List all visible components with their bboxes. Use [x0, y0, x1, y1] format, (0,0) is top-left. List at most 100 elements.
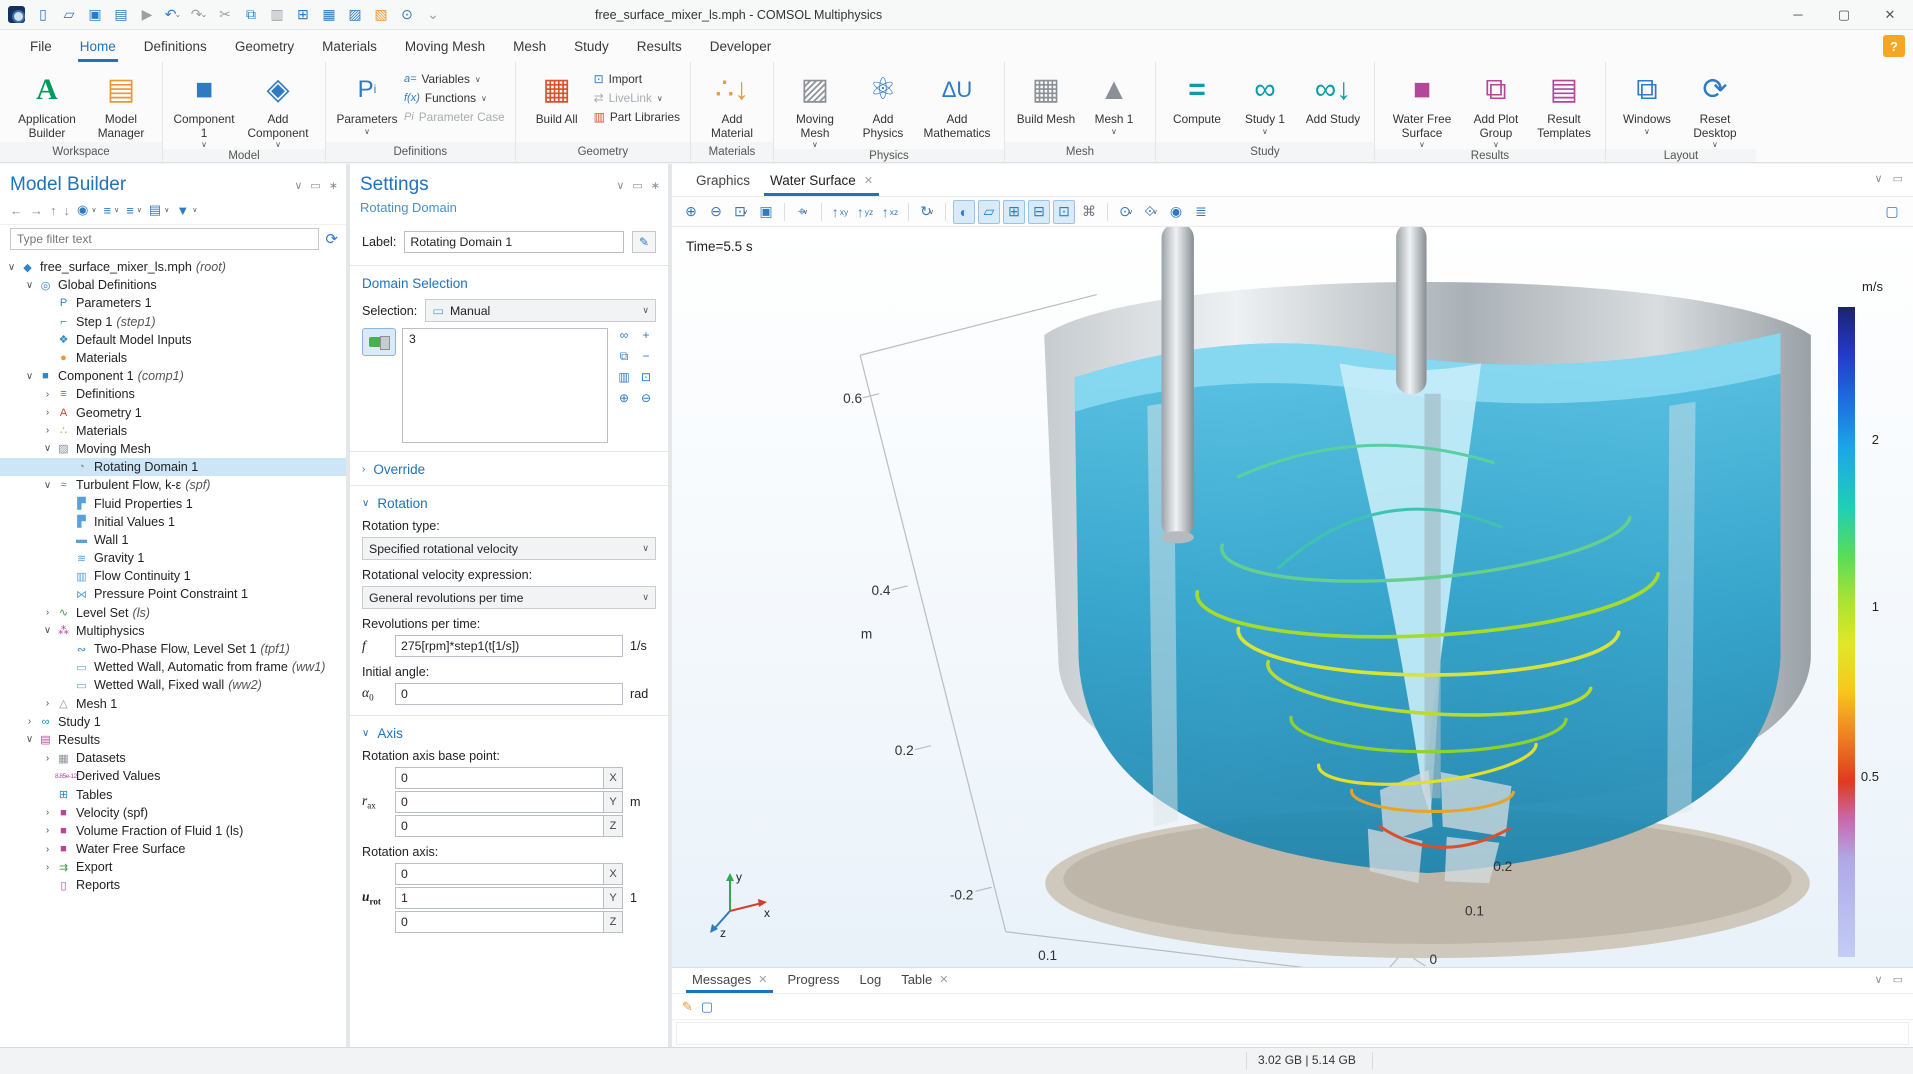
go-to-default-view-icon[interactable]: ⌖∨: [792, 200, 814, 224]
variables-button[interactable]: a= Variables ∨: [404, 72, 505, 86]
tree-expander-icon[interactable]: ∨: [22, 371, 37, 382]
tab-table[interactable]: Table ✕: [891, 968, 958, 993]
section-domain-selection[interactable]: Domain Selection: [362, 276, 656, 291]
copy-selection-icon[interactable]: ⧉: [614, 349, 634, 368]
menu-tab[interactable]: Definitions: [130, 30, 221, 62]
tab-messages[interactable]: Messages ✕: [682, 968, 777, 993]
zoom-extents-icon[interactable]: ▣: [755, 200, 777, 224]
tree-expander-icon[interactable]: ∨: [22, 280, 37, 291]
view-xy-plane-icon[interactable]: ↑xy: [829, 200, 851, 224]
scene-light-icon[interactable]: ◐: [953, 200, 975, 224]
result-templates-button[interactable]: ▤ Result Templates: [1533, 68, 1595, 140]
tree-expander-icon[interactable]: ›: [40, 862, 55, 873]
rotation-axis-y-input[interactable]: 1: [395, 887, 603, 909]
selection-dropdown[interactable]: ▭ Manual ∨: [425, 299, 656, 322]
open-in-window-icon[interactable]: ▢: [701, 999, 713, 1015]
zoom-in-icon[interactable]: ⊕: [680, 200, 702, 224]
show-grid-icon[interactable]: ⊞: [1003, 200, 1025, 224]
tree-item[interactable]: › △ Mesh 1: [0, 695, 346, 713]
menu-tab[interactable]: Study: [560, 30, 623, 62]
select-icon[interactable]: ▨: [343, 4, 367, 26]
tree-item[interactable]: ∾ Two-Phase Flow, Level Set 1 (tpf1): [0, 640, 346, 658]
tree-item[interactable]: › ≡ Definitions: [0, 385, 346, 403]
view-xz-plane-icon[interactable]: ↑xz: [879, 200, 901, 224]
menu-tab[interactable]: File: [16, 30, 66, 62]
tree-item[interactable]: › ▦ Datasets: [0, 749, 346, 767]
duplicate-icon[interactable]: ⊞: [291, 4, 315, 26]
part-libraries-button[interactable]: ▥ Part Libraries: [594, 110, 680, 124]
tree-item[interactable]: ⊞ Tables: [0, 785, 346, 803]
section-axis[interactable]: ∨ Axis: [362, 726, 656, 741]
zoom-box-icon[interactable]: ⊡∨: [730, 200, 752, 224]
rotation-axis-z-input[interactable]: 0: [395, 911, 603, 933]
panel-float-icon[interactable]: ▭: [310, 179, 320, 192]
menu-tab[interactable]: Home: [66, 30, 130, 62]
close-tab-icon[interactable]: ✕: [864, 174, 873, 187]
label-input[interactable]: Rotating Domain 1: [404, 231, 624, 253]
expand-all-icon[interactable]: ≡: [103, 203, 111, 218]
customize-toolbar-icon[interactable]: ⌄: [421, 4, 445, 26]
tree-expander-icon[interactable]: ›: [40, 753, 55, 764]
base-point-x-input[interactable]: 0: [395, 767, 603, 789]
undo-dropdown-icon[interactable]: ⌄: [175, 10, 182, 19]
tab-progress[interactable]: Progress: [777, 968, 849, 993]
rename-button[interactable]: ✎: [632, 231, 656, 253]
go-forward-icon[interactable]: →: [30, 203, 43, 218]
tree-expander-icon[interactable]: ›: [40, 425, 55, 436]
parameters-button[interactable]: Pi Parameters ∨: [336, 68, 398, 136]
tree-item[interactable]: ∨ ▤ Results: [0, 731, 346, 749]
show-icon[interactable]: ◉: [77, 202, 88, 218]
menu-tab[interactable]: Results: [623, 30, 696, 62]
tree-item[interactable]: ⌐ Step 1 (step1): [0, 313, 346, 331]
tree-expander-icon[interactable]: ›: [40, 825, 55, 836]
tree-expander-icon[interactable]: ›: [22, 716, 37, 727]
tree-item[interactable]: ❖ Default Model Inputs: [0, 331, 346, 349]
clear-mesh-icon[interactable]: ▧: [369, 4, 393, 26]
add-mathematics-button[interactable]: ΔU Add Mathematics: [920, 68, 994, 140]
minimize-button[interactable]: ─: [1775, 0, 1821, 29]
tree-item[interactable]: ▬ Wall 1: [0, 531, 346, 549]
add-component-button[interactable]: ◈ Add Component ∨: [241, 68, 315, 149]
functions-button[interactable]: f(x) Functions ∨: [404, 91, 505, 105]
find-icon[interactable]: ⊙: [395, 4, 419, 26]
save-icon[interactable]: ▣: [83, 4, 107, 26]
rotational-velocity-expression-dropdown[interactable]: General revolutions per time ∨: [362, 586, 656, 609]
show-frame-icon[interactable]: ⊡: [1053, 200, 1075, 224]
show-legends-icon[interactable]: ⊟: [1028, 200, 1050, 224]
clear-selection-icon[interactable]: ⊡: [636, 370, 656, 389]
refresh-icon[interactable]: ⟳: [325, 230, 338, 248]
base-point-y-input[interactable]: 0: [395, 791, 603, 813]
zoom-to-selection-icon[interactable]: ⊕: [614, 391, 634, 410]
tree-item[interactable]: › ■ Water Free Surface: [0, 840, 346, 858]
menu-tab[interactable]: Developer: [696, 30, 786, 62]
tree-expander-icon[interactable]: ›: [40, 844, 55, 855]
model-tree-nodes-icon[interactable]: ▤: [149, 202, 161, 218]
tree-item[interactable]: ≋ Gravity 1: [0, 549, 346, 567]
color-theme-icon[interactable]: ⊙∨: [1115, 200, 1137, 224]
base-point-z-input[interactable]: 0: [395, 815, 603, 837]
tree-item[interactable]: ▭ Wetted Wall, Automatic from frame (ww1…: [0, 658, 346, 676]
panel-pin-icon[interactable]: ∗: [651, 179, 660, 192]
environment-icon[interactable]: ⟐∨: [1140, 200, 1162, 224]
section-override[interactable]: › Override: [362, 462, 656, 477]
revolutions-per-time-input[interactable]: 275[rpm]*step1(t[1/s]): [395, 635, 623, 657]
tab-log[interactable]: Log: [850, 968, 892, 993]
tree-expander-icon[interactable]: ∨: [22, 734, 37, 745]
menu-tab[interactable]: Mesh: [499, 30, 560, 62]
tree-item[interactable]: ▛ Initial Values 1: [0, 513, 346, 531]
tree-item[interactable]: ∨ ⁂ Multiphysics: [0, 622, 346, 640]
tree-item[interactable]: › A Geometry 1: [0, 404, 346, 422]
add-physics-button[interactable]: ⚛ Add Physics: [852, 68, 914, 140]
plot-in-window-icon[interactable]: ▢: [1881, 200, 1903, 224]
tree-item[interactable]: › ∴ Materials: [0, 422, 346, 440]
menu-tab[interactable]: Moving Mesh: [391, 30, 499, 62]
tree-item[interactable]: ∨ ◆ free_surface_mixer_ls.mph (root): [0, 258, 346, 276]
import-button[interactable]: ⊡ Import: [594, 72, 680, 86]
remove-from-selection-icon[interactable]: −: [636, 349, 656, 368]
transparency-icon[interactable]: ▱: [978, 200, 1000, 224]
panel-float-icon[interactable]: ▭: [632, 179, 642, 192]
tree-item[interactable]: P Parameters 1: [0, 294, 346, 312]
panel-float-icon[interactable]: ▭: [1893, 172, 1903, 185]
tree-filter-input[interactable]: [10, 228, 319, 250]
view-yz-plane-icon[interactable]: ↑yz: [854, 200, 876, 224]
